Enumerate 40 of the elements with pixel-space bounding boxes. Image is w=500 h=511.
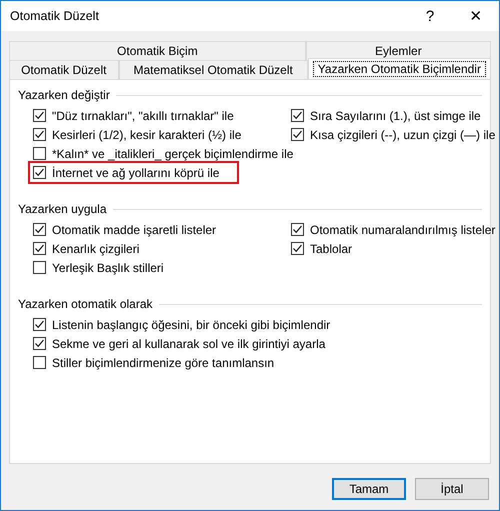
dialog-button[interactable]: Tamam bbox=[332, 478, 406, 500]
checkbox[interactable] bbox=[33, 166, 46, 179]
checkbox-label: Stiller biçimlendirmenize göre tanımlansın bbox=[52, 356, 274, 370]
checkbox[interactable] bbox=[291, 223, 304, 236]
checkbox-label: Sıra Sayılarını (1.), üst simge ile bbox=[310, 108, 481, 122]
checkbox-label: Tablolar bbox=[310, 242, 352, 256]
checkbox[interactable] bbox=[33, 109, 46, 122]
checkbox-label: Otomatik madde işaretli listeler bbox=[52, 222, 216, 236]
checkbox-label: Kenarlık çizgileri bbox=[52, 242, 140, 256]
checkbox[interactable] bbox=[33, 242, 46, 255]
checkbox-label: Kısa çizgileri (--), uzun çizgi (—) ile bbox=[310, 128, 496, 142]
checkbox[interactable] bbox=[33, 261, 46, 274]
checkbox-label: Sekme ve geri al kullanarak sol ve ilk girintiyi ayarla bbox=[52, 336, 326, 350]
checkbox-label: İnternet ve ağ yollarını köprü ile bbox=[52, 166, 220, 180]
checkbox-label: Kesirleri (1/2), kesir karakteri (½) ile bbox=[52, 128, 242, 142]
checkbox[interactable] bbox=[291, 242, 304, 255]
checkbox-label: Otomatik numaralandırılmış listeler bbox=[310, 222, 496, 236]
checkbox[interactable] bbox=[291, 128, 304, 141]
group-title: Yazarken uygula bbox=[18, 202, 106, 216]
checkbox[interactable] bbox=[33, 128, 46, 141]
checkbox-label: Listenin başlangıç öğesini, bir önceki gibi biçimlendir bbox=[52, 318, 330, 332]
checkbox[interactable] bbox=[291, 109, 304, 122]
checkbox[interactable] bbox=[33, 147, 46, 160]
tab[interactable]: Otomatik Biçim bbox=[9, 41, 306, 60]
group-title: Yazarken değiştir bbox=[18, 88, 110, 102]
tab[interactable]: Matematiksel Otomatik Düzelt bbox=[118, 60, 308, 79]
help-button[interactable]: ? bbox=[407, 1, 453, 31]
tab[interactable]: Yazarken Otomatik Biçimlendir bbox=[308, 58, 491, 79]
checkbox[interactable] bbox=[33, 337, 46, 350]
checkbox[interactable] bbox=[33, 318, 46, 331]
dialog-button[interactable]: İptal bbox=[415, 478, 489, 500]
checkbox-label: *Kalın* ve _italikleri_ gerçek biçimlendirme ile bbox=[52, 146, 294, 160]
tab[interactable]: Otomatik Düzelt bbox=[9, 60, 119, 79]
checkbox-label: "Düz tırnakları", "akıllı tırnaklar" ile bbox=[52, 108, 234, 122]
window-title: Otomatik Düzelt bbox=[10, 9, 100, 23]
checkbox[interactable] bbox=[33, 356, 46, 369]
checkbox[interactable] bbox=[33, 223, 46, 236]
close-button[interactable]: ✕ bbox=[453, 1, 499, 31]
checkbox-label: Yerleşik Başlık stilleri bbox=[52, 260, 164, 274]
group-title: Yazarken otomatik olarak bbox=[18, 297, 153, 311]
